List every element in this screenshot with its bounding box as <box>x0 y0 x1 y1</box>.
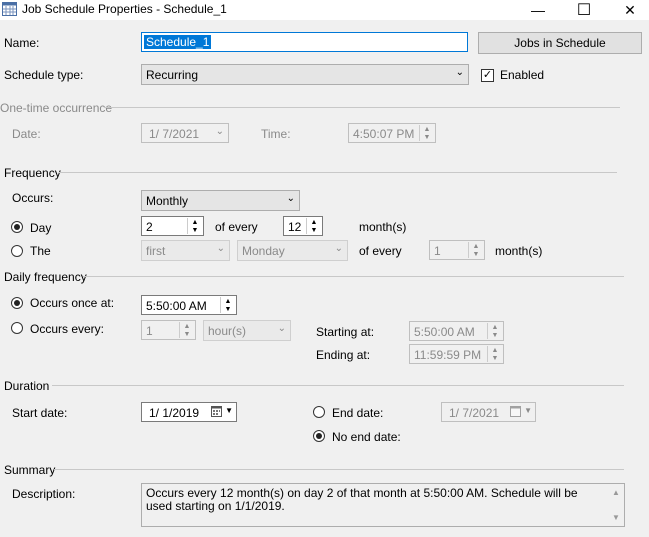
chevron-down-icon: ⌄ <box>455 67 464 78</box>
onetime-separator <box>104 107 620 108</box>
calendar-icon[interactable] <box>211 406 222 417</box>
ordinal-select[interactable]: first ⌄ <box>141 240 230 261</box>
onetime-time-label: Time: <box>261 127 291 141</box>
start-date-label: Start date: <box>12 406 68 420</box>
ending-at-input[interactable]: 11:59:59 PM ▲ ▼ <box>409 344 504 364</box>
day-radio[interactable] <box>11 221 23 233</box>
starting-at-label: Starting at: <box>316 325 375 339</box>
day-input[interactable]: 2 ▲ ▼ <box>141 216 204 236</box>
enabled-label: Enabled <box>500 68 545 82</box>
day-label: Day <box>30 221 52 235</box>
description-textbox[interactable]: Occurs every 12 month(s) on day 2 of tha… <box>141 483 625 527</box>
frequency-separator <box>59 172 617 173</box>
chevron-down-icon: ▼ <box>225 406 233 415</box>
chevron-down-icon: ⌄ <box>215 126 224 137</box>
schedule-type-select[interactable]: Recurring ⌄ <box>141 64 469 85</box>
jobs-in-schedule-button[interactable]: Jobs in Schedule <box>478 32 642 54</box>
frequency-header: Frequency <box>4 166 61 180</box>
name-label: Name: <box>4 36 40 50</box>
months-label: month(s) <box>359 220 407 234</box>
end-date-radio[interactable] <box>313 406 325 418</box>
name-input-value: Schedule_1 <box>144 35 212 49</box>
end-date-label: End date: <box>332 406 384 420</box>
close-button[interactable]: ✕ <box>607 0 649 20</box>
window-title: Job Schedule Properties - Schedule_1 <box>22 2 227 16</box>
starting-at-input[interactable]: 5:50:00 AM ▲ ▼ <box>409 321 504 341</box>
the-label: The <box>30 244 51 258</box>
summary-separator <box>54 469 624 470</box>
occurs-select[interactable]: Monthly ⌄ <box>141 190 300 211</box>
start-date-picker[interactable]: 1/ 1/2019 ▼ <box>141 402 237 422</box>
app-icon <box>2 2 17 16</box>
chevron-down-icon: ⌄ <box>286 193 295 204</box>
occurs-once-time-input[interactable]: 5:50:00 AM ▲ ▼ <box>141 295 237 315</box>
duration-header: Duration <box>4 379 50 393</box>
enabled-checkbox[interactable]: ✓ <box>481 69 494 82</box>
calendar-icon[interactable] <box>510 406 521 417</box>
months-input[interactable]: 12 ▲ ▼ <box>283 216 323 236</box>
onetime-header: One-time occurrence <box>0 101 113 115</box>
no-end-date-radio[interactable] <box>313 430 325 442</box>
summary-header: Summary <box>4 463 56 477</box>
schedule-type-value: Recurring <box>146 68 199 82</box>
minimize-button[interactable]: — <box>515 0 561 20</box>
daily-separator <box>83 276 624 277</box>
occurs-every-input[interactable]: 1 ▲ ▼ <box>141 320 196 340</box>
chevron-down-icon: ▼ <box>524 406 532 415</box>
day-of-every-label: of every <box>215 220 258 234</box>
weekday-select[interactable]: Monday ⌄ <box>237 240 348 261</box>
occurs-every-unit-select[interactable]: hour(s) ⌄ <box>203 320 291 341</box>
the-radio[interactable] <box>11 245 23 257</box>
description-text: Occurs every 12 month(s) on day 2 of tha… <box>146 486 578 513</box>
schedule-type-label: Schedule type: <box>4 68 84 82</box>
maximize-button[interactable]: ☐ <box>561 0 607 20</box>
onetime-date-label: Date: <box>12 127 41 141</box>
occurs-every-label: Occurs every: <box>30 322 105 336</box>
chevron-down-icon: ⌄ <box>216 243 225 254</box>
occurs-every-radio[interactable] <box>11 322 23 334</box>
the-of-every-label: of every <box>359 244 402 258</box>
the-months-input[interactable]: 1 ▲ ▼ <box>429 240 485 260</box>
occurs-label: Occurs: <box>12 191 54 205</box>
onetime-time-input[interactable]: 4:50:07 PM ▲ ▼ <box>348 123 436 143</box>
chevron-down-icon: ⌄ <box>277 323 286 334</box>
occurs-once-radio[interactable] <box>11 297 23 309</box>
name-input[interactable]: Schedule_1 <box>141 32 468 52</box>
end-date-picker[interactable]: 1/ 7/2021 ▼ <box>441 402 536 422</box>
chevron-down-icon: ⌄ <box>334 243 343 254</box>
daily-header: Daily frequency <box>4 270 87 284</box>
ending-at-label: Ending at: <box>316 348 371 362</box>
no-end-date-label: No end date: <box>332 430 401 444</box>
the-months-label: month(s) <box>495 244 543 258</box>
onetime-date-picker[interactable]: 1/ 7/2021 ⌄ <box>141 123 229 143</box>
duration-separator <box>52 385 624 386</box>
description-label: Description: <box>12 487 76 501</box>
occurs-once-label: Occurs once at: <box>30 296 115 310</box>
description-scrollbar[interactable]: ▲ ▼ <box>609 485 623 525</box>
